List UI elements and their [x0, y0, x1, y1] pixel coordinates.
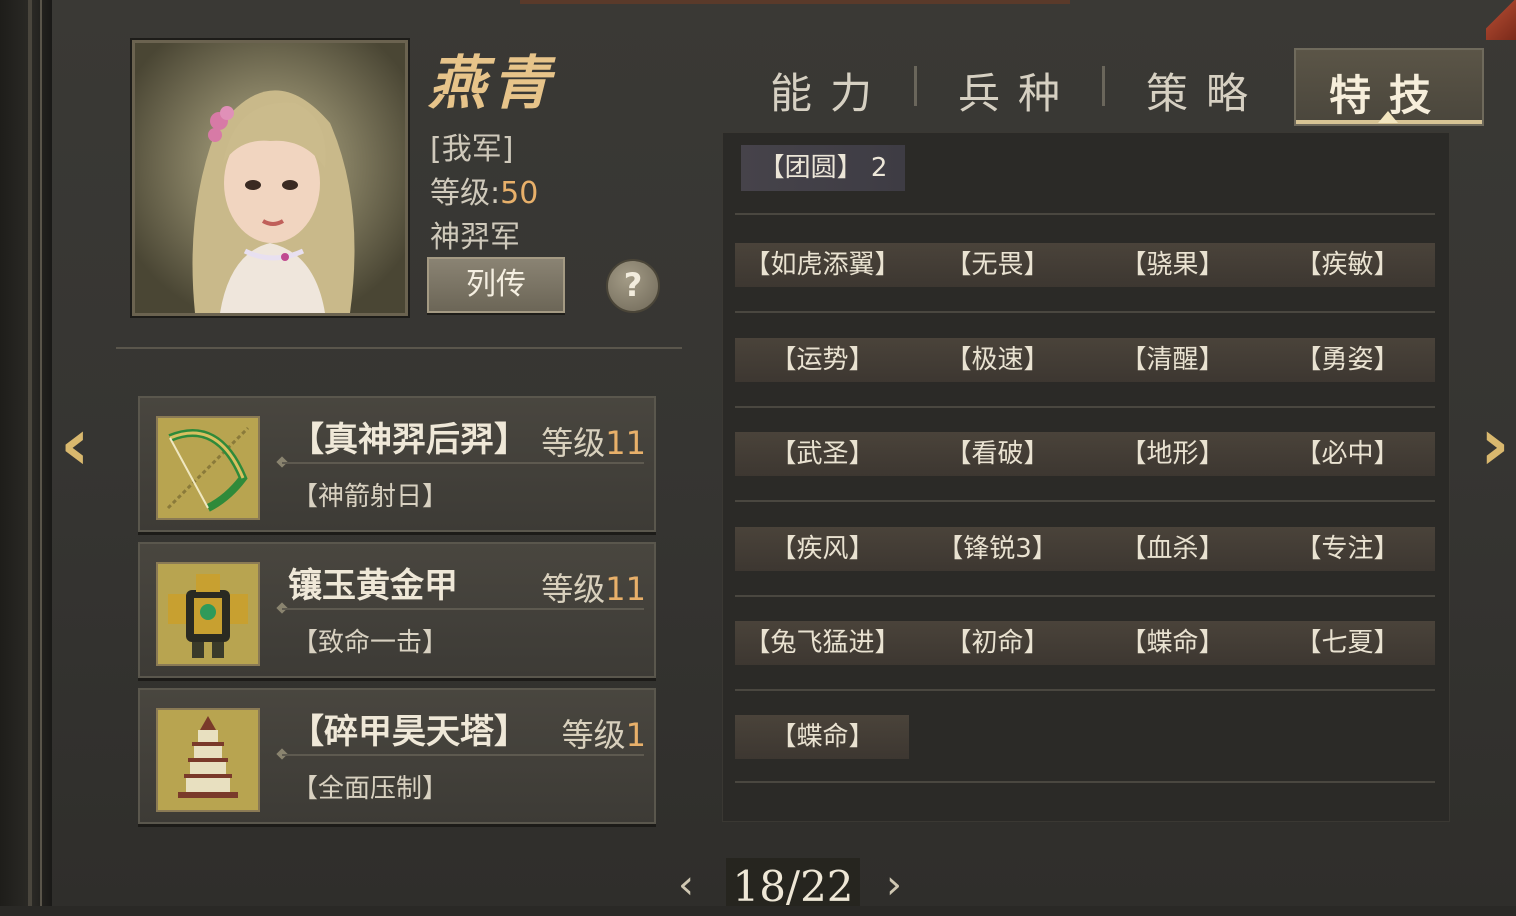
skill-item[interactable]: 【七夏】	[1260, 621, 1435, 665]
equipment-level-label: 等级	[561, 716, 626, 754]
skill-item[interactable]: 【疾敏】	[1260, 243, 1435, 287]
left-frame	[0, 0, 52, 906]
row-divider	[735, 311, 1435, 313]
active-tab-caret	[1378, 111, 1398, 123]
equipment-divider	[282, 608, 644, 610]
equipment-level-value: 1	[625, 716, 646, 754]
hero-level-label: 等级:	[430, 176, 501, 211]
equipment-name: 【真神羿后羿】	[290, 420, 528, 460]
hero-portrait	[132, 40, 408, 316]
skill-item[interactable]: 【武圣】	[735, 432, 910, 476]
help-button[interactable]: ?	[606, 259, 660, 313]
skill-item[interactable]: 【血杀】	[1085, 527, 1260, 571]
bow-icon	[156, 416, 260, 520]
top-decoration	[520, 0, 1070, 4]
skill-item[interactable]: 【锋锐3】	[910, 527, 1085, 571]
equipment-level-label: 等级	[541, 570, 606, 608]
skill-item[interactable]: 【极速】	[910, 338, 1085, 382]
tab-troops[interactable]: 兵种	[958, 60, 1078, 121]
hero-level-value: 50	[500, 176, 539, 211]
left-divider	[116, 347, 682, 349]
tab-separator	[914, 66, 917, 106]
equipment-skill: 【全面压制】	[292, 774, 449, 804]
skills-panel: 【团圆】 2 【如虎添翼】 【无畏】 【骁果】 【疾敏】 【运势】 【极速】 【…	[722, 132, 1450, 822]
equipment-level-label: 等级	[541, 424, 606, 462]
equipment-skill: 【致命一击】	[292, 628, 449, 658]
equipment-divider	[282, 462, 644, 464]
skill-item[interactable]: 【无畏】	[910, 243, 1085, 287]
equipment-name: 【碎甲昊天塔】	[290, 712, 528, 752]
skill-row: 【武圣】 【看破】 【地形】 【必中】	[735, 432, 1435, 476]
skill-item[interactable]: 【必中】	[1260, 432, 1435, 476]
pager-indicator: 18/22	[732, 862, 854, 911]
frame-rail-inner	[40, 0, 42, 906]
row-divider	[735, 500, 1435, 502]
skill-row: 【运势】 【极速】 【清醒】 【勇姿】	[735, 338, 1435, 382]
hero-level: 等级:50	[430, 168, 538, 212]
skill-item[interactable]: 【蝶命】	[735, 715, 910, 759]
armor-icon	[156, 562, 260, 666]
row-divider	[735, 595, 1435, 597]
skill-row: 【疾风】 【锋锐3】 【血杀】 【专注】	[735, 527, 1435, 571]
frame-rail	[28, 0, 32, 906]
tab-strategy[interactable]: 策略	[1146, 60, 1266, 121]
pager-next-button[interactable]: ›	[886, 862, 902, 908]
hero-name: 燕青	[428, 49, 557, 117]
equipment-slot-treasure[interactable]: 【碎甲昊天塔】 等级1 【全面压制】	[138, 688, 656, 824]
hero-army: 神羿军	[430, 220, 520, 255]
skill-item[interactable]: 【兔飞猛进】	[735, 621, 910, 665]
equipment-level-value: 11	[605, 570, 646, 608]
next-hero-arrow[interactable]: ›	[1480, 408, 1510, 480]
skill-item[interactable]: 【看破】	[910, 432, 1085, 476]
skill-item[interactable]: 【清醒】	[1085, 338, 1260, 382]
equipment-skill: 【神箭射日】	[292, 482, 449, 512]
skill-item[interactable]: 【疾风】	[735, 527, 910, 571]
row-divider	[735, 213, 1435, 215]
skill-item[interactable]: 【初命】	[910, 621, 1085, 665]
skill-row: 【如虎添翼】 【无畏】 【骁果】 【疾敏】	[735, 243, 1435, 287]
skill-item[interactable]: 【地形】	[1085, 432, 1260, 476]
tab-ability[interactable]: 能力	[770, 60, 890, 121]
pagoda-icon	[156, 708, 260, 812]
skill-item[interactable]: 【骁果】	[1085, 243, 1260, 287]
corner-decoration	[1486, 0, 1516, 40]
skill-item[interactable]: 【蝶命】	[1085, 621, 1260, 665]
biography-button[interactable]: 列传	[427, 257, 565, 313]
equipment-level-value: 11	[605, 424, 646, 462]
equipment-level: 等级11	[541, 564, 646, 610]
skill-item[interactable]: 【勇姿】	[1260, 338, 1435, 382]
hero-portrait-image	[135, 43, 405, 313]
equipment-level: 等级1	[562, 710, 646, 756]
prev-hero-arrow[interactable]: ‹	[60, 408, 90, 480]
skill-group-header[interactable]: 【团圆】 2	[741, 145, 905, 191]
tab-separator	[1102, 66, 1105, 106]
skill-row: 【蝶命】	[735, 715, 909, 759]
hero-faction: [我军]	[430, 132, 514, 167]
row-divider	[735, 689, 1435, 691]
pager-prev-button[interactable]: ‹	[678, 862, 694, 908]
row-divider	[735, 406, 1435, 408]
equipment-name: 镶玉黄金甲	[288, 566, 458, 606]
skill-item[interactable]: 【运势】	[735, 338, 910, 382]
skill-item[interactable]: 【专注】	[1260, 527, 1435, 571]
equipment-slot-weapon[interactable]: 【真神羿后羿】 等级11 【神箭射日】	[138, 396, 656, 532]
skill-item[interactable]: 【如虎添翼】	[735, 243, 910, 287]
row-divider	[735, 781, 1435, 783]
equipment-slot-armor[interactable]: 镶玉黄金甲 等级11 【致命一击】	[138, 542, 656, 678]
equipment-divider	[282, 754, 644, 756]
skill-row: 【兔飞猛进】 【初命】 【蝶命】 【七夏】	[735, 621, 1435, 665]
equipment-level: 等级11	[541, 418, 646, 464]
